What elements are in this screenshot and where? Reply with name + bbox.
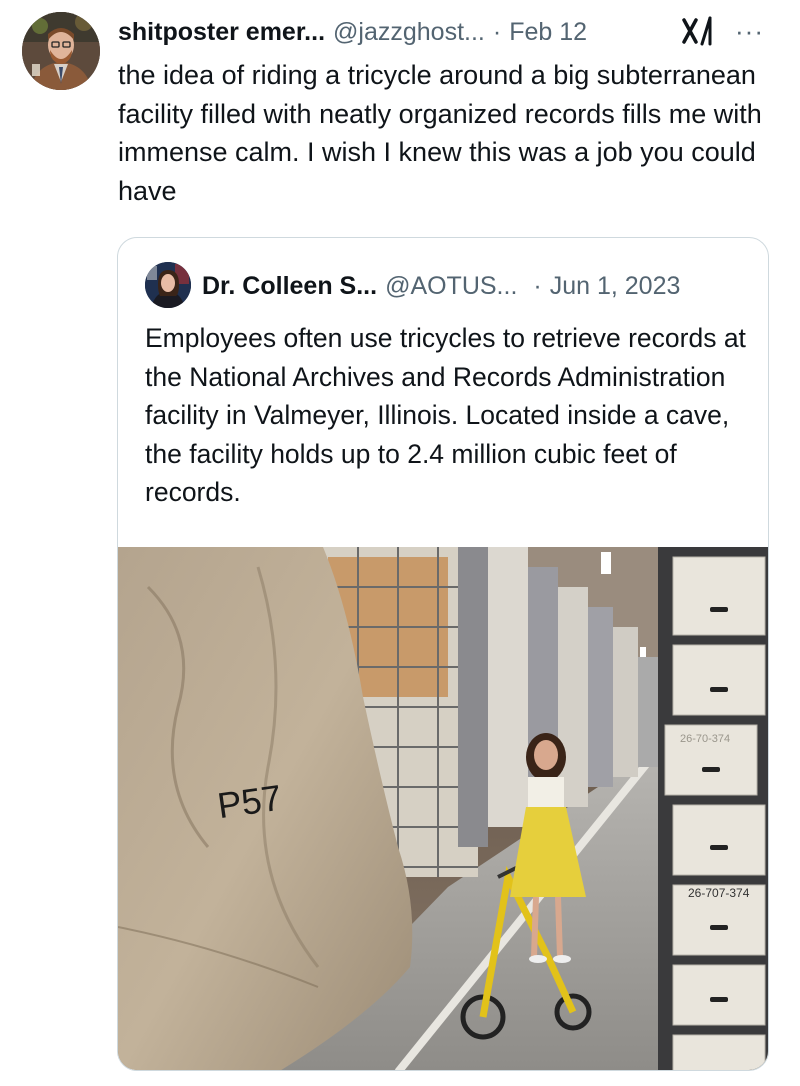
- quoted-tweet-text: Employees often use tricycles to retriev…: [145, 323, 746, 507]
- quoted-header-separator: ·: [533, 271, 542, 300]
- quoted-tweet-photo[interactable]: P57 26-707-374 26-70-374: [118, 547, 769, 1071]
- tweet-date[interactable]: Feb 12: [509, 18, 587, 47]
- author-handle[interactable]: @jazzghost...: [333, 18, 485, 47]
- grok-icon[interactable]: [680, 16, 716, 46]
- quoted-tweet-header: Dr. Colleen S... @AOTUS... · Jun 1, 2023: [202, 269, 680, 303]
- quoted-author-name[interactable]: Dr. Colleen S...: [202, 272, 377, 301]
- quoted-tweet-date[interactable]: Jun 1, 2023: [550, 272, 681, 301]
- header-separator: ·: [492, 17, 502, 46]
- box-label-faint: 26-70-374: [680, 733, 730, 745]
- author-name[interactable]: shitposter emer...: [118, 18, 325, 47]
- more-options-icon[interactable]: ···: [735, 16, 764, 46]
- quoted-author-handle[interactable]: @AOTUS...: [385, 272, 517, 301]
- quoted-tweet-card[interactable]: Dr. Colleen S... @AOTUS... · Jun 1, 2023…: [117, 237, 769, 1071]
- quoted-author-avatar[interactable]: [145, 262, 191, 308]
- author-avatar[interactable]: [22, 12, 100, 90]
- tweet-header: shitposter emer... @jazzghost... · Feb 1…: [118, 16, 587, 48]
- tweet-text: the idea of riding a tricycle around a b…: [118, 60, 762, 206]
- box-label: 26-707-374: [688, 886, 750, 900]
